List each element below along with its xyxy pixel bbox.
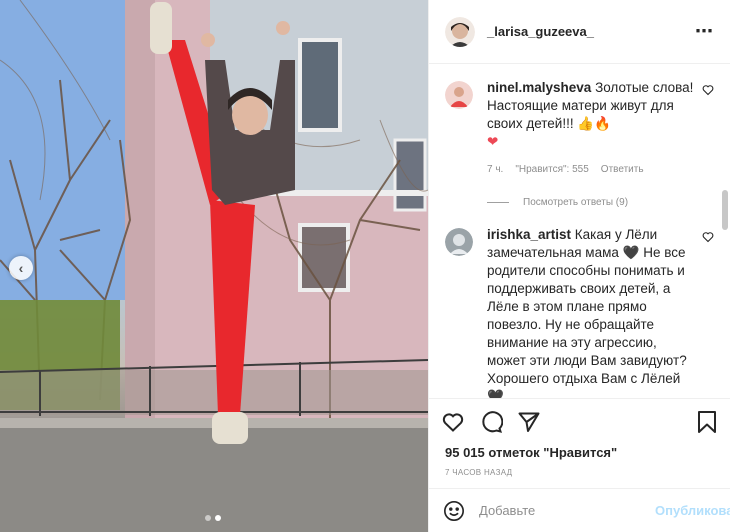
comment-input[interactable] — [479, 503, 655, 518]
comment-body: ninel.malysheva Золотые слова! Настоящие… — [487, 79, 695, 179]
share-icon[interactable] — [517, 410, 541, 434]
comment-author[interactable]: ninel.malysheva — [487, 80, 591, 95]
comment-item: ninel.malysheva Золотые слова! Настоящие… — [445, 79, 714, 179]
post-timestamp: 7 ЧАСОВ НАЗАД — [445, 468, 513, 477]
author-username[interactable]: _larisa_guzeeva_ — [487, 24, 695, 39]
likes-count[interactable]: 95 015 отметок "Нравится" — [441, 445, 718, 460]
comment-item: irishka_artist Какая у Лёли замечательна… — [445, 226, 714, 398]
post-sidebar: _larisa_guzeeva_ ⋯ ninel.malysheva Золот… — [428, 0, 730, 532]
replies-divider — [487, 202, 509, 203]
action-bar — [441, 409, 718, 435]
carousel-indicator — [205, 515, 221, 521]
comments-list[interactable]: ninel.malysheva Золотые слова! Настоящие… — [429, 65, 730, 398]
like-icon[interactable] — [441, 410, 465, 434]
publish-button[interactable]: Опубликовать — [655, 503, 730, 518]
comment-author[interactable]: irishka_artist — [487, 227, 571, 242]
photo-scene — [0, 0, 428, 532]
author-avatar[interactable] — [445, 16, 475, 47]
comments-scrollbar[interactable] — [722, 190, 728, 230]
commenter-avatar[interactable] — [445, 228, 473, 256]
like-comment-icon[interactable] — [702, 230, 714, 246]
comment-meta: 7 ч. "Нравится": 555 Ответить — [487, 161, 695, 179]
bookmark-icon[interactable] — [696, 410, 718, 434]
add-comment-bar: Опубликовать — [429, 488, 730, 532]
commenter-avatar[interactable] — [445, 81, 473, 109]
comment-time: 7 ч. — [487, 164, 504, 175]
post-header: _larisa_guzeeva_ ⋯ — [429, 0, 730, 64]
previous-slide-button[interactable]: ‹ — [9, 256, 33, 280]
carousel-dot-active — [215, 515, 221, 521]
view-replies-button[interactable]: Посмотреть ответы (9) — [487, 197, 714, 208]
comment-likes[interactable]: "Нравится": 555 — [515, 161, 588, 179]
emoji-icon[interactable] — [443, 500, 465, 522]
comment-icon[interactable] — [479, 410, 503, 434]
reply-button[interactable]: Ответить — [601, 161, 644, 179]
comment-body: irishka_artist Какая у Лёли замечательна… — [487, 226, 695, 398]
like-comment-icon[interactable] — [702, 83, 714, 99]
comment-text: Какая у Лёли замечательная мама 🖤 Не все… — [487, 227, 687, 398]
heart-emoji: ❤ — [487, 134, 499, 149]
more-options-icon[interactable]: ⋯ — [695, 21, 714, 42]
view-replies-label: Посмотреть ответы (9) — [523, 197, 629, 208]
post-photo[interactable]: ‹ — [0, 0, 428, 532]
post-actions: 95 015 отметок "Нравится" 7 ЧАСОВ НАЗАД — [429, 398, 730, 477]
carousel-dot — [205, 515, 211, 521]
chevron-left-icon: ‹ — [18, 260, 24, 276]
